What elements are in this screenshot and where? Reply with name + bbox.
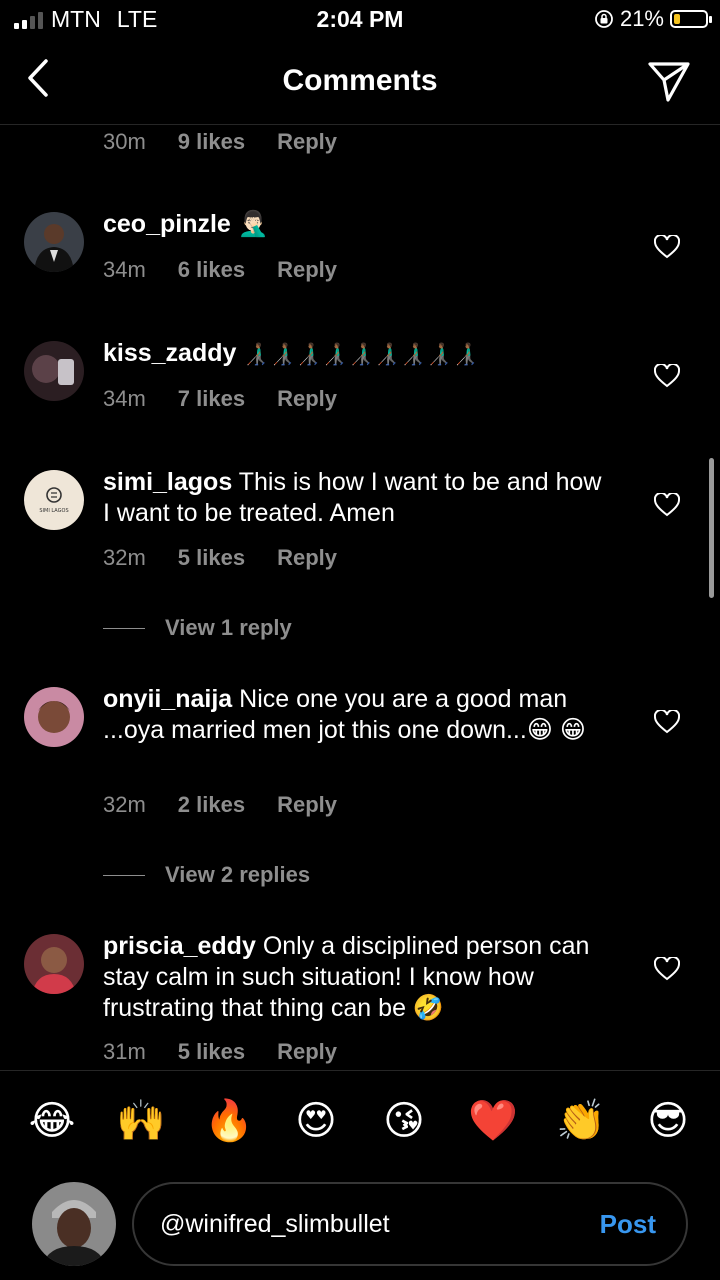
reply-divider [103,874,145,876]
emoji-button-clap[interactable]: 👏 [556,1097,606,1145]
heart-icon[interactable] [654,364,680,388]
avatar [32,1182,116,1266]
avatar[interactable] [24,934,84,994]
reply-button[interactable]: Reply [277,257,337,283]
emoji-bar: 😂 🙌 🔥 😍 😘 ❤️ 👏 😎 [0,1070,720,1171]
likes-count[interactable]: 2 likes [178,792,245,818]
reply-button[interactable]: Reply [277,792,337,818]
comment-meta: 32m 2 likes Reply [103,792,337,818]
comment-meta: 32m 5 likes Reply [103,545,337,571]
comment-meta: 31m 5 likes Reply [103,1039,337,1065]
comment-meta: 30m 9 likes Reply [103,129,337,155]
emoji-button-heart-eyes[interactable]: 😍 [292,1097,340,1145]
header: Comments [0,44,720,125]
likes-count[interactable]: 5 likes [178,1039,245,1065]
likes-count[interactable]: 6 likes [178,257,245,283]
comments-list[interactable]: 30m 9 likes Reply ceo_pinzle 🤦🏻‍♂️ 34m 6… [0,125,720,1070]
view-replies-button[interactable]: View 2 replies [103,862,310,888]
avatar[interactable] [24,212,84,272]
comment-time: 31m [103,1039,146,1064]
likes-count[interactable]: 9 likes [178,129,245,155]
comment-meta: 34m 6 likes Reply [103,257,337,283]
comment-composer: @winifred_slimbullet Post [0,1176,720,1276]
reply-button[interactable]: Reply [277,386,337,412]
view-replies-button[interactable]: View 1 reply [103,615,292,641]
comment-input[interactable]: @winifred_slimbullet Post [132,1182,688,1266]
post-button[interactable]: Post [600,1209,656,1240]
status-right: 21% [594,6,712,32]
comment-username[interactable]: onyii_naija [103,685,232,713]
view-replies-label[interactable]: View 2 replies [165,862,310,888]
comment-text: 🤦🏻‍♂️ [237,210,269,238]
emoji-button-sunglasses[interactable]: 😎 [644,1097,692,1145]
comment-time: 32m [103,792,146,817]
comment-time: 34m [103,386,146,411]
emoji-button-raised-hands[interactable]: 🙌 [116,1097,166,1145]
comment-body: kiss_zaddy 👨🏾‍🦯👨🏾‍🦯👨🏾‍🦯👨🏾‍🦯👨🏾‍🦯👨🏾‍🦯👨🏾‍🦯👨… [103,338,613,370]
comment-time: 34m [103,257,146,282]
rotation-lock-icon [595,10,613,28]
scrollbar[interactable] [709,458,714,598]
emoji-button-joy[interactable]: 😂 [28,1097,76,1145]
comment-body: onyii_naija Nice one you are a good man … [103,684,613,746]
avatar[interactable] [24,687,84,747]
heart-icon[interactable] [654,957,680,981]
comment-body: priscia_eddy Only a disciplined person c… [103,931,613,1024]
likes-count[interactable]: 7 likes [178,386,245,412]
comment-text: 👨🏾‍🦯👨🏾‍🦯👨🏾‍🦯👨🏾‍🦯👨🏾‍🦯👨🏾‍🦯👨🏾‍🦯👨🏾‍🦯👨🏾‍🦯 [243,343,479,366]
reply-button[interactable]: Reply [277,1039,337,1065]
comment-body: ceo_pinzle 🤦🏻‍♂️ [103,209,613,240]
heart-icon[interactable] [654,235,680,259]
page-title: Comments [282,64,438,97]
comment-username[interactable]: simi_lagos [103,468,232,496]
battery-icon [670,10,712,28]
svg-text:SIMI LAGOS: SIMI LAGOS [39,508,68,514]
battery-percent: 21% [619,6,664,31]
reply-divider [103,627,145,629]
comment-time: 32m [103,545,146,570]
heart-icon[interactable] [654,493,680,517]
likes-count[interactable]: 5 likes [178,545,245,571]
comment-input-value[interactable]: @winifred_slimbullet [160,1210,390,1239]
comment-username[interactable]: ceo_pinzle [103,210,231,238]
heart-icon[interactable] [654,710,680,734]
emoji-button-fire[interactable]: 🔥 [204,1097,254,1145]
avatar[interactable]: SIMI LAGOS [24,470,84,530]
comment-body: simi_lagos This is how I want to be and … [103,467,613,529]
comment-meta: 34m 7 likes Reply [103,386,337,412]
emoji-button-heart[interactable]: ❤️ [468,1097,518,1145]
emoji-button-kiss[interactable]: 😘 [380,1097,428,1145]
comment-username[interactable]: kiss_zaddy [103,339,236,367]
paper-plane-icon[interactable] [646,58,692,104]
comment-username[interactable]: priscia_eddy [103,932,256,960]
reply-button[interactable]: Reply [277,129,337,155]
status-bar: MTN LTE 2:04 PM 21% [0,0,720,40]
reply-button[interactable]: Reply [277,545,337,571]
avatar[interactable] [24,341,84,401]
view-replies-label[interactable]: View 1 reply [165,615,292,641]
comment-time: 30m [103,129,146,154]
